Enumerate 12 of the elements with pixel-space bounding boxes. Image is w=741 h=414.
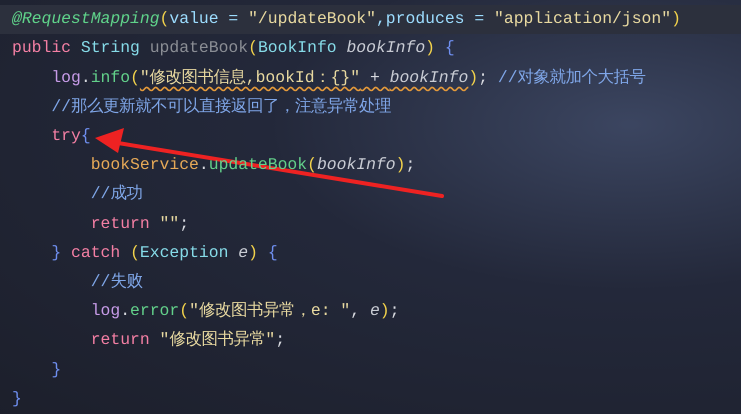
code-line: //失败 <box>90 270 144 293</box>
code-line: //成功 <box>90 183 144 206</box>
code-line: public String updateBook(BookInfo bookInfo) { <box>11 37 456 60</box>
code-line: try{ <box>50 125 92 148</box>
code-line: } catch (Exception e) { <box>50 242 279 264</box>
code-line: log.info("修改图书信息,bookId：{}" + bookInfo); //对象就加个大括号 <box>50 66 647 89</box>
code-line: //那么更新就不可以直接返回了，注意异常处理 <box>50 96 392 118</box>
code-line: log.error("修改图书异常，e: ", e); <box>90 300 400 322</box>
code-line: } <box>11 388 23 410</box>
code-line: return ""; <box>90 212 190 235</box>
code-line: return "修改图书异常"; <box>90 329 286 352</box>
code-line: } <box>50 358 62 381</box>
